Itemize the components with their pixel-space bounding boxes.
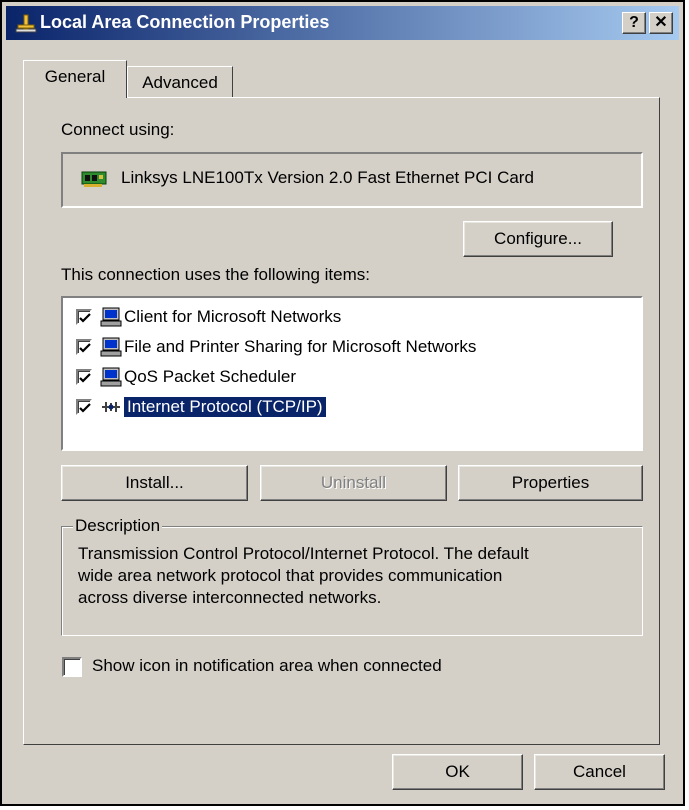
list-item[interactable]: File and Printer Sharing for Microsoft N… bbox=[124, 337, 476, 357]
title-bar[interactable]: Local Area Connection Properties ? ✕ bbox=[6, 6, 679, 40]
item-checkbox[interactable] bbox=[76, 309, 92, 325]
tab-general[interactable]: General bbox=[23, 60, 127, 98]
cancel-button[interactable]: Cancel bbox=[534, 754, 665, 790]
qos-scheduler-icon bbox=[100, 367, 122, 387]
uninstall-button-label: Uninstall bbox=[320, 473, 387, 492]
list-item[interactable]: QoS Packet Scheduler bbox=[124, 367, 296, 387]
list-item[interactable]: Client for Microsoft Networks bbox=[124, 307, 341, 327]
window-title: Local Area Connection Properties bbox=[40, 12, 330, 32]
description-line: across diverse interconnected networks. bbox=[78, 588, 382, 607]
cancel-button-label: Cancel bbox=[573, 762, 626, 781]
item-checkbox[interactable] bbox=[76, 339, 92, 355]
help-button[interactable]: ? bbox=[622, 12, 646, 34]
item-checkbox[interactable] bbox=[76, 369, 92, 385]
network-card-icon bbox=[81, 171, 107, 187]
ok-button[interactable]: OK bbox=[392, 754, 523, 790]
tab-advanced[interactable]: Advanced bbox=[127, 66, 233, 98]
ok-button-label: OK bbox=[445, 762, 470, 781]
properties-button[interactable]: Properties bbox=[458, 465, 643, 501]
uninstall-button[interactable]: Uninstall bbox=[260, 465, 447, 501]
item-checkbox[interactable] bbox=[76, 399, 92, 415]
close-button[interactable]: ✕ bbox=[649, 12, 673, 34]
items-list[interactable]: Client for Microsoft Networks File and P… bbox=[61, 296, 643, 451]
properties-button-label: Properties bbox=[511, 473, 590, 492]
checkmark-icon bbox=[79, 313, 91, 323]
properties-dialog: Local Area Connection Properties ? ✕ Gen… bbox=[0, 0, 685, 806]
general-tab-panel: Connect using: Linksys LNE100Tx Version … bbox=[23, 97, 660, 745]
tab-join bbox=[24, 96, 126, 99]
description-group: Description Transmission Control Protoco… bbox=[61, 516, 643, 636]
checkmark-icon bbox=[79, 373, 91, 383]
connect-using-label: Connect using: bbox=[61, 120, 175, 139]
checkmark-icon bbox=[79, 343, 91, 353]
install-button[interactable]: Install... bbox=[61, 465, 248, 501]
network-connection-icon bbox=[15, 14, 37, 33]
configure-button-label: Configure... bbox=[494, 229, 582, 248]
network-client-icon bbox=[100, 307, 122, 327]
tab-advanced-label: Advanced bbox=[142, 73, 218, 92]
adapter-box: Linksys LNE100Tx Version 2.0 Fast Ethern… bbox=[61, 152, 643, 208]
adapter-name: Linksys LNE100Tx Version 2.0 Fast Ethern… bbox=[121, 168, 534, 187]
list-item-selected[interactable]: Internet Protocol (TCP/IP) bbox=[124, 397, 326, 417]
install-button-label: Install... bbox=[125, 473, 184, 492]
description-line: Transmission Control Protocol/Internet P… bbox=[78, 544, 529, 563]
description-line: wide area network protocol that provides… bbox=[78, 566, 503, 585]
configure-button[interactable]: Configure... bbox=[463, 221, 613, 257]
tab-general-label: General bbox=[44, 67, 106, 86]
items-label: This connection uses the following items… bbox=[61, 265, 370, 284]
show-icon-label[interactable]: Show icon in notification area when conn… bbox=[92, 656, 442, 676]
description-legend: Description bbox=[73, 516, 163, 536]
checkmark-icon bbox=[79, 403, 91, 413]
protocol-icon bbox=[102, 402, 120, 412]
show-icon-checkbox[interactable] bbox=[62, 657, 82, 677]
file-sharing-icon bbox=[100, 337, 122, 357]
